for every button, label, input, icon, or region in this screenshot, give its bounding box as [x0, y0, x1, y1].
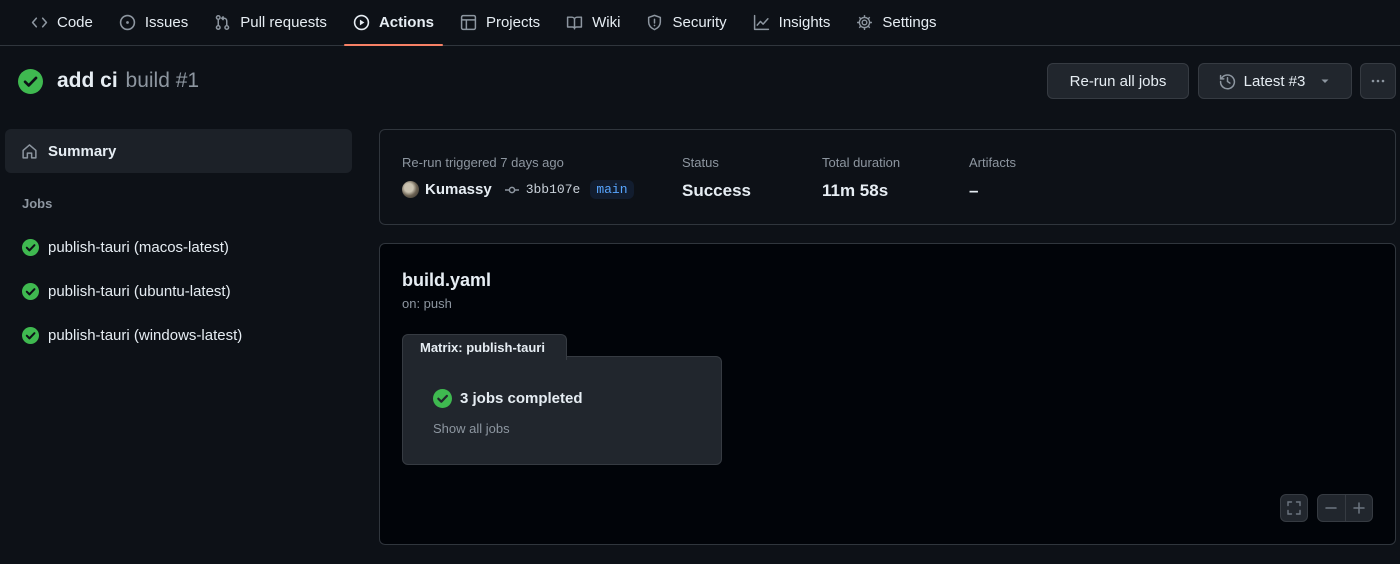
tab-actions[interactable]: Actions [343, 0, 443, 46]
sidebar-job-macos[interactable]: publish-tauri (macos-latest) [22, 236, 229, 258]
home-icon [22, 143, 37, 159]
zoom-out-button[interactable] [1318, 495, 1345, 521]
tab-projects[interactable]: Projects [451, 0, 549, 45]
run-title: add ci build #1 [18, 68, 199, 94]
sidebar-job-label: publish-tauri (windows-latest) [48, 326, 243, 344]
tab-issues[interactable]: Issues [110, 0, 197, 45]
tab-settings[interactable]: Settings [847, 0, 945, 45]
tab-code-label: Code [57, 14, 93, 31]
tab-insights[interactable]: Insights [744, 0, 840, 45]
duration-label: Total duration [822, 155, 901, 170]
issue-opened-icon [119, 14, 136, 31]
tab-insights-label: Insights [778, 14, 831, 31]
matrix-status: 3 jobs completed [433, 389, 583, 408]
sidebar-jobs-heading: Jobs [22, 196, 53, 211]
plus-icon [1353, 502, 1365, 514]
success-check-icon [22, 238, 39, 256]
tab-settings-label: Settings [882, 14, 937, 31]
matrix-title: Matrix: publish-tauri [402, 334, 567, 360]
tab-actions-label: Actions [378, 14, 434, 31]
tab-projects-label: Projects [485, 14, 541, 31]
gear-icon [857, 15, 873, 30]
run-summary-card: Re-run triggered 7 days ago Kumassy 3bb1… [379, 129, 1396, 225]
rerun-all-jobs-label: Re-run all jobs [1069, 72, 1167, 90]
table-icon [460, 14, 477, 31]
zoom-in-button[interactable] [1344, 495, 1372, 521]
branch-badge[interactable]: main [590, 180, 634, 199]
sidebar-job-windows[interactable]: publish-tauri (windows-latest) [22, 324, 242, 346]
success-check-icon [22, 326, 39, 344]
tab-pull-requests[interactable]: Pull requests [205, 0, 336, 45]
graph-icon [753, 14, 769, 31]
tab-wiki[interactable]: Wiki [557, 0, 629, 45]
matrix-status-text: 3 jobs completed [460, 390, 583, 407]
commit-sha-link[interactable]: 3bb107e [526, 182, 581, 197]
tab-security-label: Security [672, 14, 727, 31]
dash-icon [1325, 507, 1338, 509]
more-options-button[interactable] [1360, 63, 1396, 99]
tab-wiki-label: Wiki [592, 14, 621, 31]
git-commit-icon [504, 186, 519, 193]
sidebar-item-summary-label: Summary [48, 142, 117, 160]
play-icon [353, 14, 370, 31]
status-label: Status [682, 155, 719, 170]
artifacts-label: Artifacts [969, 155, 1016, 170]
matrix-job-group[interactable]: 3 jobs completed Show all jobs [402, 356, 722, 465]
attempt-label: Latest #3 [1243, 72, 1306, 90]
avatar[interactable] [402, 181, 419, 198]
tab-code[interactable]: Code [22, 0, 102, 45]
duration-value: 11m 58s [822, 181, 889, 200]
trigger-text: Re-run triggered 7 days ago [402, 155, 564, 170]
workflow-graph-card: build.yaml on: push Matrix: publish-taur… [379, 243, 1396, 545]
artifacts-value: – [969, 181, 979, 200]
tab-issues-label: Issues [144, 14, 189, 31]
show-all-jobs-link[interactable]: Show all jobs [433, 421, 510, 436]
workflow-file-name[interactable]: build.yaml [402, 270, 491, 291]
status-value: Success [682, 181, 751, 200]
success-check-icon [22, 282, 39, 300]
rerun-all-jobs-button[interactable]: Re-run all jobs [1047, 63, 1189, 99]
sidebar-job-label: publish-tauri (ubuntu-latest) [48, 282, 231, 300]
sidebar-job-ubuntu[interactable]: publish-tauri (ubuntu-latest) [22, 280, 231, 302]
sidebar-job-label: publish-tauri (macos-latest) [48, 238, 229, 256]
tab-security[interactable]: Security [637, 0, 735, 45]
zoom-controls [1317, 494, 1373, 522]
shield-icon [648, 14, 662, 31]
triangle-down-icon [1321, 79, 1329, 83]
screen-full-icon [1287, 501, 1301, 515]
page-title: add ci build #1 [57, 69, 199, 93]
code-icon [31, 17, 48, 28]
git-pull-request-icon [215, 14, 230, 31]
workflow-run-number: build #1 [125, 69, 200, 92]
success-check-icon [18, 68, 43, 94]
fullscreen-button[interactable] [1280, 494, 1308, 522]
workflow-trigger: on: push [402, 296, 452, 311]
success-check-icon [433, 389, 452, 408]
tab-pull-requests-label: Pull requests [240, 14, 327, 31]
actor-name[interactable]: Kumassy [425, 181, 492, 198]
kebab-horizontal-icon [1371, 79, 1385, 83]
attempt-select-button[interactable]: Latest #3 [1198, 63, 1352, 99]
book-icon [566, 16, 583, 30]
commit-message: add ci [57, 69, 118, 92]
repo-nav: Code Issues Pull requests Actions Projec… [0, 0, 1400, 46]
history-icon [1219, 73, 1235, 89]
run-actor: Kumassy 3bb107e main [402, 180, 634, 199]
sidebar-item-summary[interactable]: Summary [5, 129, 352, 173]
